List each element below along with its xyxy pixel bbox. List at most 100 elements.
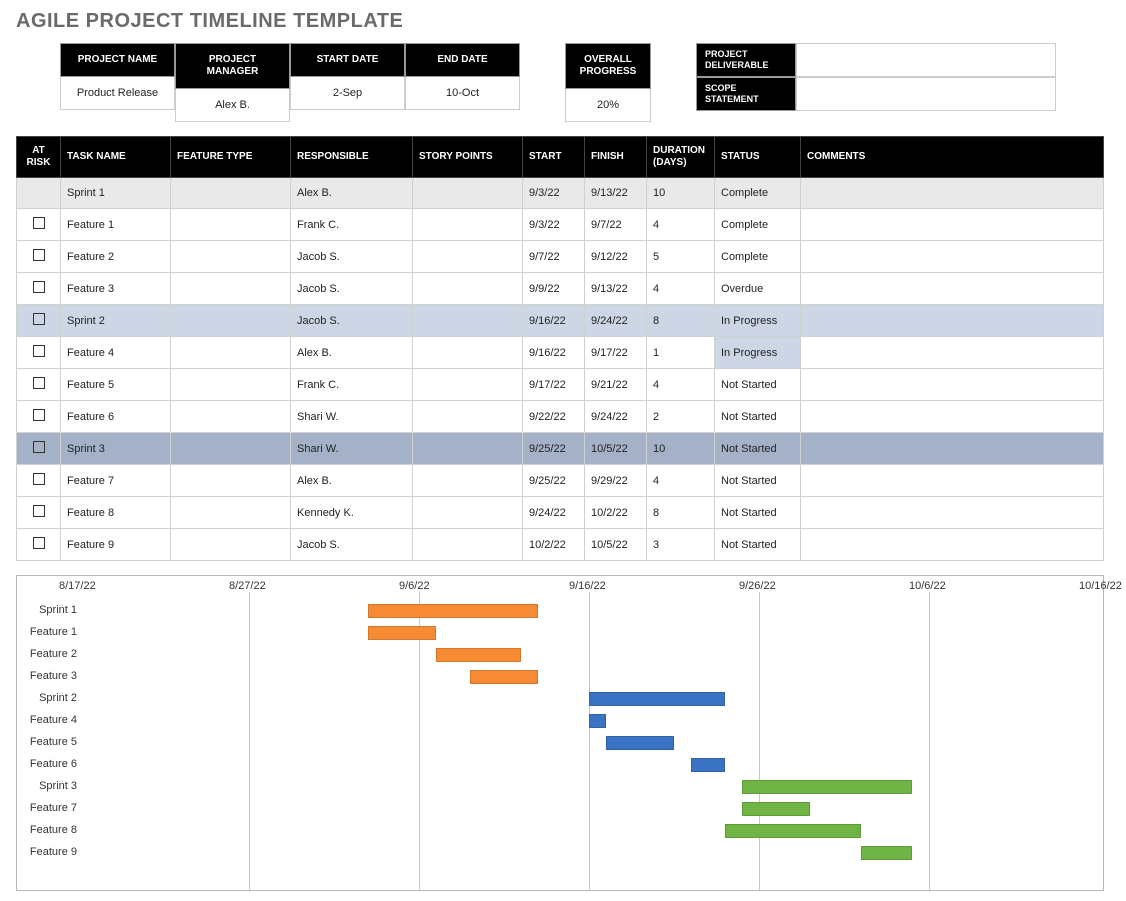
val-end-date: 10-Oct: [405, 77, 520, 110]
status-cell: In Progress: [715, 305, 801, 337]
status-cell: Overdue: [715, 273, 801, 305]
story-points: [413, 305, 523, 337]
feature-type: [171, 273, 291, 305]
th-start: START: [523, 137, 585, 178]
status-cell: Not Started: [715, 401, 801, 433]
gantt-label: Feature 8: [21, 824, 77, 836]
finish-date: 9/29/22: [585, 465, 647, 497]
checkbox-icon[interactable]: [33, 505, 45, 517]
risk-cell[interactable]: [17, 209, 61, 241]
checkbox-icon[interactable]: [33, 473, 45, 485]
start-date: 9/16/22: [523, 337, 585, 369]
gantt-tick: 9/26/22: [739, 580, 776, 592]
gantt-row: Sprint 3: [79, 776, 1103, 798]
gantt-row: Feature 2: [79, 644, 1103, 666]
risk-cell[interactable]: [17, 433, 61, 465]
th-risk: AT RISK: [17, 137, 61, 178]
gantt-row: Sprint 1: [79, 600, 1103, 622]
feature-type: [171, 305, 291, 337]
start-date: 9/3/22: [523, 178, 585, 209]
table-row: Feature 9Jacob S.10/2/2210/5/223Not Star…: [17, 529, 1104, 561]
task-name: Feature 5: [61, 369, 171, 401]
checkbox-icon[interactable]: [33, 313, 45, 325]
table-row: Feature 1Frank C.9/3/229/7/224Complete: [17, 209, 1104, 241]
val-deliverable[interactable]: [796, 43, 1056, 77]
feature-type: [171, 465, 291, 497]
table-row: Feature 4Alex B.9/16/229/17/221In Progre…: [17, 337, 1104, 369]
checkbox-icon[interactable]: [33, 345, 45, 357]
checkbox-icon[interactable]: [33, 281, 45, 293]
risk-cell[interactable]: [17, 497, 61, 529]
status-cell: Not Started: [715, 433, 801, 465]
th-task: TASK NAME: [61, 137, 171, 178]
story-points: [413, 209, 523, 241]
duration: 10: [647, 433, 715, 465]
risk-cell[interactable]: [17, 241, 61, 273]
risk-cell[interactable]: [17, 401, 61, 433]
gantt-row: Feature 4: [79, 710, 1103, 732]
duration: 8: [647, 497, 715, 529]
story-points: [413, 529, 523, 561]
responsible: Frank C.: [291, 209, 413, 241]
th-feature: FEATURE TYPE: [171, 137, 291, 178]
status-cell: Not Started: [715, 369, 801, 401]
hdr-project-name: PROJECT NAME: [60, 43, 175, 77]
comments: [801, 337, 1104, 369]
table-row: Feature 5Frank C.9/17/229/21/224Not Star…: [17, 369, 1104, 401]
risk-cell[interactable]: [17, 529, 61, 561]
task-name: Feature 6: [61, 401, 171, 433]
feature-type: [171, 337, 291, 369]
story-points: [413, 273, 523, 305]
checkbox-icon[interactable]: [33, 537, 45, 549]
val-project-name: Product Release: [60, 77, 175, 110]
comments: [801, 465, 1104, 497]
task-name: Sprint 2: [61, 305, 171, 337]
start-date: 9/7/22: [523, 241, 585, 273]
checkbox-icon[interactable]: [33, 217, 45, 229]
task-name: Feature 9: [61, 529, 171, 561]
task-name: Feature 2: [61, 241, 171, 273]
checkbox-icon[interactable]: [33, 249, 45, 261]
status-cell: Not Started: [715, 497, 801, 529]
risk-cell[interactable]: [17, 178, 61, 209]
risk-cell[interactable]: [17, 273, 61, 305]
table-row: Feature 2Jacob S.9/7/229/12/225Complete: [17, 241, 1104, 273]
checkbox-icon[interactable]: [33, 441, 45, 453]
story-points: [413, 401, 523, 433]
task-name: Feature 1: [61, 209, 171, 241]
gantt-label: Feature 1: [21, 626, 77, 638]
feature-type: [171, 369, 291, 401]
gantt-label: Sprint 3: [21, 780, 77, 792]
risk-cell[interactable]: [17, 465, 61, 497]
gantt-label: Sprint 2: [21, 692, 77, 704]
table-row: Sprint 1Alex B.9/3/229/13/2210Complete: [17, 178, 1104, 209]
duration: 3: [647, 529, 715, 561]
duration: 1: [647, 337, 715, 369]
feature-type: [171, 401, 291, 433]
risk-cell[interactable]: [17, 305, 61, 337]
gantt-row: Feature 3: [79, 666, 1103, 688]
finish-date: 9/24/22: [585, 305, 647, 337]
risk-cell[interactable]: [17, 369, 61, 401]
finish-date: 9/7/22: [585, 209, 647, 241]
start-date: 9/25/22: [523, 433, 585, 465]
story-points: [413, 497, 523, 529]
comments: [801, 433, 1104, 465]
gantt-bar: [691, 758, 725, 772]
story-points: [413, 337, 523, 369]
feature-type: [171, 529, 291, 561]
risk-cell[interactable]: [17, 337, 61, 369]
duration: 4: [647, 465, 715, 497]
val-scope[interactable]: [796, 77, 1056, 111]
hdr-end-date: END DATE: [405, 43, 520, 77]
finish-date: 9/17/22: [585, 337, 647, 369]
gantt-bar: [606, 736, 674, 750]
checkbox-icon[interactable]: [33, 377, 45, 389]
start-date: 9/17/22: [523, 369, 585, 401]
checkbox-icon[interactable]: [33, 409, 45, 421]
start-date: 9/25/22: [523, 465, 585, 497]
val-start-date: 2-Sep: [290, 77, 405, 110]
comments: [801, 178, 1104, 209]
duration: 4: [647, 369, 715, 401]
gantt-row: Feature 7: [79, 798, 1103, 820]
